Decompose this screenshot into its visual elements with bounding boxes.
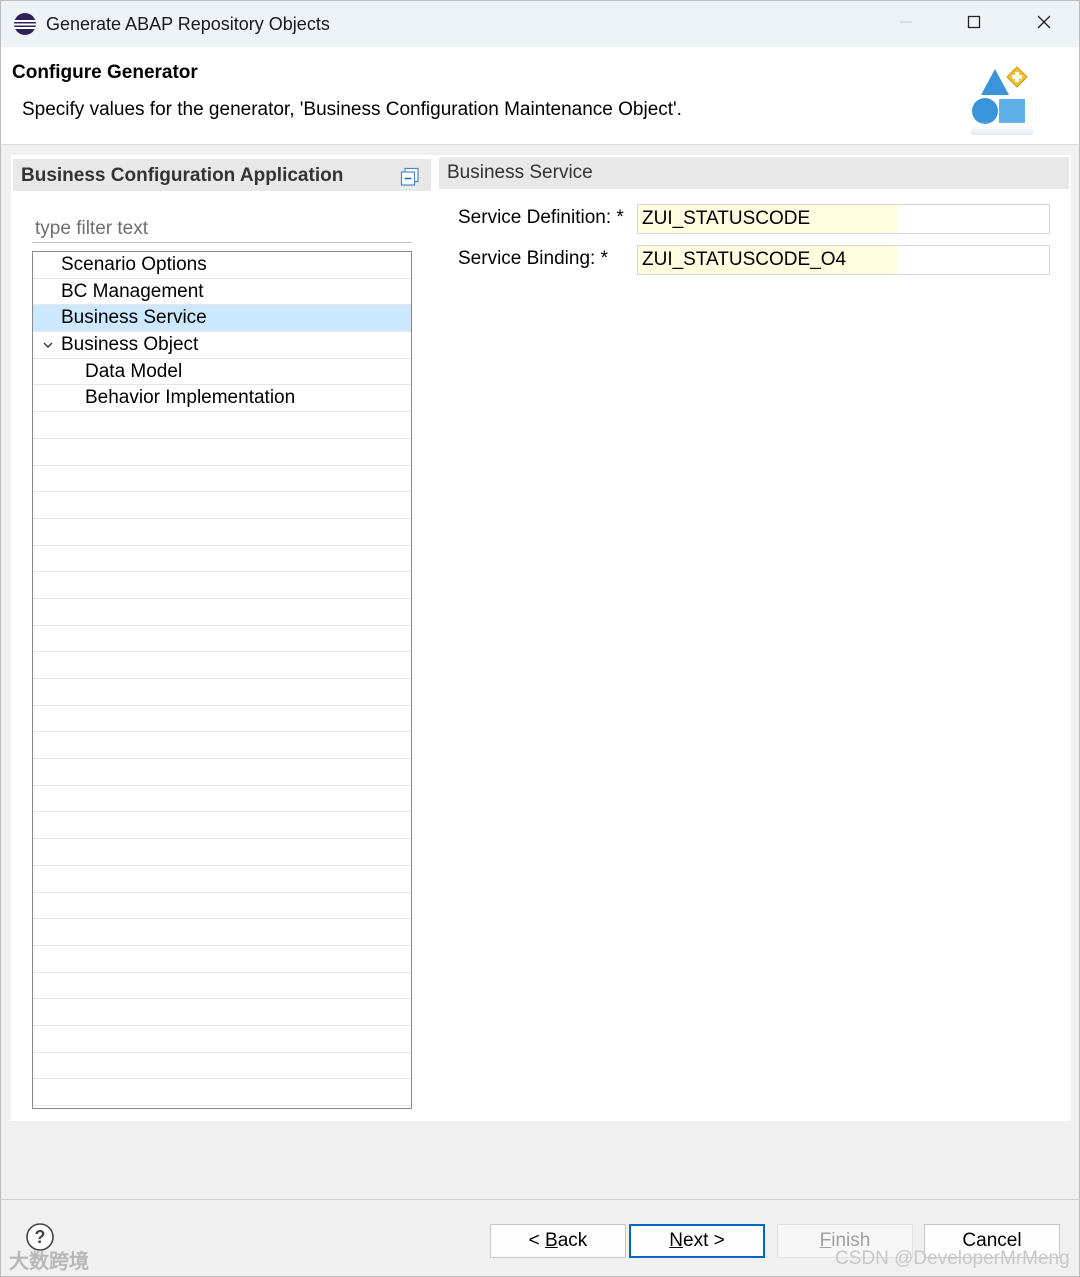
tree-empty-row (33, 759, 411, 786)
tree-item-label: BC Management (61, 280, 204, 302)
tree-empty-row (33, 706, 411, 733)
finish-mnemonic: F (819, 1230, 832, 1251)
tree-item[interactable]: Data Model (33, 359, 411, 386)
tree-empty-row (33, 732, 411, 760)
minimize-button[interactable] (871, 1, 941, 47)
tree-item-label: Behavior Implementation (85, 387, 296, 409)
right-panel-title: Business Service (447, 162, 593, 183)
next-mnemonic: N (669, 1230, 683, 1251)
watermark-left: 大数跨境 (9, 1251, 89, 1273)
tree-empty-row (33, 626, 411, 653)
page-title: Configure Generator (12, 62, 198, 83)
service-binding-value: ZUI_STATUSCODE_O4 (638, 246, 898, 274)
tree-empty-row (33, 572, 411, 599)
collapse-all-icon[interactable] (400, 167, 420, 187)
back-prefix: < (528, 1230, 546, 1251)
minimize-icon (899, 15, 913, 34)
chevron-down-icon[interactable] (41, 332, 55, 358)
svg-text:?: ? (35, 1227, 46, 1247)
tree-empty-row (33, 652, 411, 679)
tree-empty-row (33, 466, 411, 493)
tree-empty-row (33, 679, 411, 706)
service-binding-field[interactable]: ZUI_STATUSCODE_O4 (637, 245, 1050, 275)
tree-empty-row (33, 786, 411, 813)
navigation-tree[interactable]: Scenario Options BC Management Business Se… (32, 251, 412, 1109)
right-panel-header: Business Service (439, 157, 1069, 189)
window-title: Generate ABAP Repository Objects (46, 14, 330, 34)
tree-empty-row (33, 546, 411, 573)
back-button[interactable]: < Back (490, 1224, 626, 1258)
back-mnemonic: B (545, 1230, 558, 1251)
tree-item-label: Business Service (61, 307, 207, 329)
service-binding-label: Service Binding: * (458, 248, 608, 269)
tree-empty-row (33, 839, 411, 866)
tree-item-label: Data Model (85, 360, 183, 382)
footer-divider (1, 1199, 1079, 1200)
wizard-header: Configure Generator Specify values for t… (1, 47, 1079, 145)
service-definition-value: ZUI_STATUSCODE (638, 205, 898, 233)
tree-item[interactable]: Behavior Implementation (33, 385, 411, 413)
next-button[interactable]: Next > (629, 1224, 765, 1258)
back-rest: ack (557, 1230, 588, 1251)
service-definition-label: Service Definition: * (458, 207, 624, 228)
tree-empty-row (33, 812, 411, 840)
tree-empty-row (33, 599, 411, 626)
close-icon (1037, 15, 1051, 34)
left-panel-title: Business Configuration Application (21, 165, 344, 186)
tree-empty-row (33, 1079, 411, 1106)
tree-empty-row (33, 893, 411, 920)
content-area: Business Configuration Application Scena… (11, 155, 1071, 1121)
left-panel-header: Business Configuration Application (13, 159, 431, 191)
generator-shapes-icon (967, 65, 1039, 137)
filter-input[interactable] (32, 215, 412, 243)
tree-empty-row (33, 412, 411, 439)
tree-item[interactable]: Business Object (33, 332, 411, 359)
tree-item[interactable]: Business Service (33, 305, 411, 333)
tree-empty-row (33, 439, 411, 466)
close-button[interactable] (1009, 1, 1079, 47)
service-definition-field[interactable]: ZUI_STATUSCODE (637, 204, 1050, 234)
page-description: Specify values for the generator, 'Busin… (22, 99, 682, 120)
tree-empty-row (33, 1053, 411, 1080)
tree-item-label: Scenario Options (61, 254, 207, 275)
tree-empty-row (33, 999, 411, 1026)
tree-empty-row (33, 492, 411, 519)
tree-empty-row (33, 973, 411, 1000)
next-rest: ext > (683, 1230, 725, 1251)
tree-item[interactable]: BC Management (33, 279, 411, 306)
tree-empty-row (33, 519, 411, 546)
watermark-right: CSDN @DeveloperMrMeng (835, 1248, 1070, 1269)
dialog-window: Generate ABAP Repository Objects Configu… (0, 0, 1080, 1277)
maximize-icon (967, 15, 981, 34)
tree-item[interactable]: Scenario Options (33, 252, 411, 279)
tree-item-label: Business Object (61, 334, 199, 356)
tree-empty-row (33, 866, 411, 893)
tree-empty-row (33, 946, 411, 973)
title-bar: Generate ABAP Repository Objects (1, 1, 1079, 47)
maximize-button[interactable] (939, 1, 1009, 47)
eclipse-icon (13, 12, 37, 36)
tree-empty-row (33, 919, 411, 946)
tree-empty-row (33, 1026, 411, 1053)
